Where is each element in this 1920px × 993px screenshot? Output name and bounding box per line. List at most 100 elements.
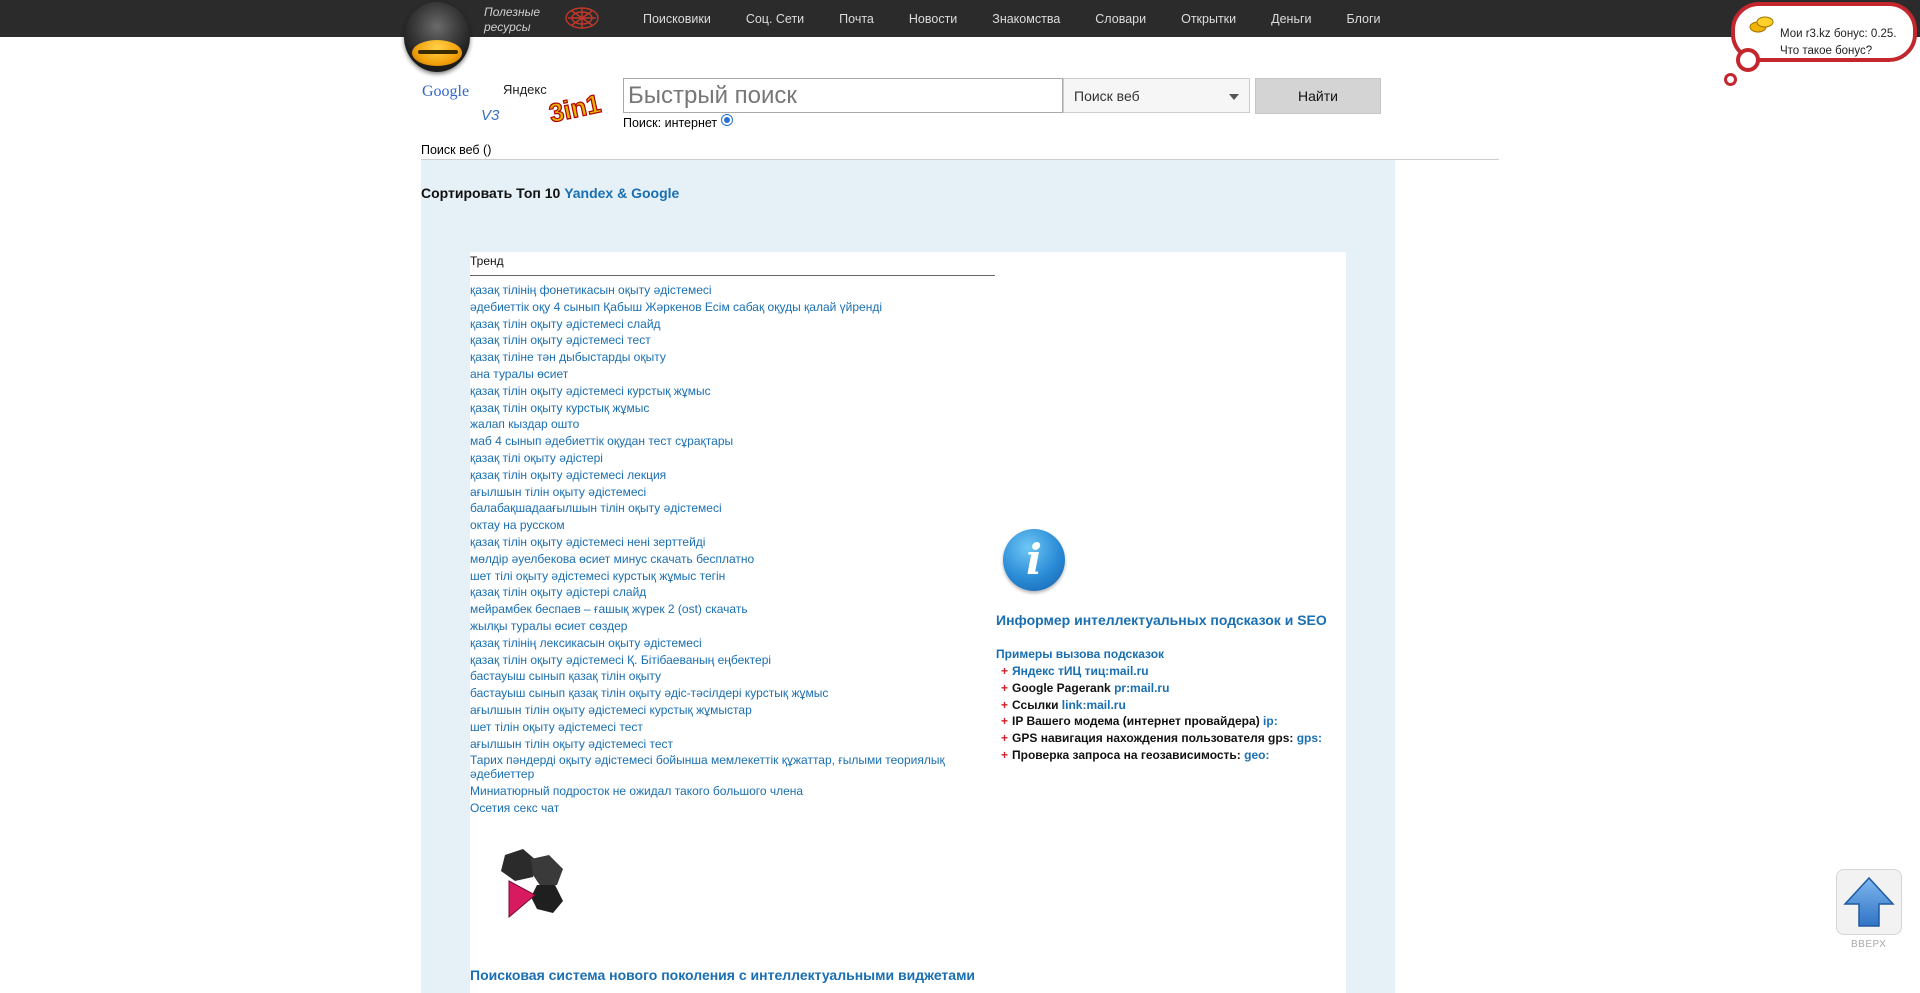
sort-engines-link[interactable]: Yandex & Google bbox=[564, 185, 679, 201]
widgets-logo-icon bbox=[501, 849, 563, 919]
example-code[interactable]: link:mail.ru bbox=[1062, 698, 1126, 712]
trend-link[interactable]: қазақ тілін оқыту әдістемесі лекция bbox=[470, 468, 990, 482]
trend-link[interactable]: шет тілін оқыту әдістемесі тест bbox=[470, 720, 990, 734]
trend-link[interactable]: жалап кыздар ошто bbox=[470, 417, 990, 431]
sort-top10-heading: Сортировать Топ 10 Yandex & Google bbox=[421, 185, 679, 201]
search-scope: Поиск: интернет bbox=[623, 114, 734, 130]
scroll-top-label: ВВЕРХ bbox=[1851, 939, 1887, 950]
trend-divider bbox=[470, 275, 995, 276]
trend-link[interactable]: қазақ тілін оқыту курстық жұмыс bbox=[470, 401, 990, 415]
trend-link[interactable]: қазақ тілін оқыту әдістемесі Қ. Бітібаев… bbox=[470, 653, 990, 667]
example-row: + GPS навигация нахождения пользователя g… bbox=[1001, 731, 1322, 745]
example-code[interactable]: pr:mail.ru bbox=[1114, 681, 1169, 695]
trend-link[interactable]: Осетия секс чат bbox=[470, 801, 990, 815]
search-engine-selected: Поиск веб bbox=[1074, 88, 1140, 104]
plus-icon: + bbox=[1001, 664, 1009, 678]
scroll-top-button[interactable] bbox=[1836, 869, 1902, 935]
trend-link[interactable]: ағылшын тілін оқыту әдістемесі курстық ж… bbox=[470, 703, 990, 717]
coins-icon bbox=[1749, 16, 1774, 33]
plus-icon: + bbox=[1001, 680, 1009, 695]
bonus-info-link[interactable]: Что такое бонус? bbox=[1780, 45, 1872, 57]
trend-link[interactable]: шет тілі оқыту әдістемесі курстық жұмыс … bbox=[470, 569, 990, 583]
example-row: + Проверка запроса на геозависимость: geo… bbox=[1001, 748, 1322, 762]
bubble-tail-dot-small bbox=[1724, 73, 1737, 86]
plus-icon: + bbox=[1001, 697, 1009, 712]
ornament-icon[interactable] bbox=[562, 5, 602, 31]
examples-list: + Яндекс тИЦ тиц:mail.ru + Google Pagerank… bbox=[1001, 664, 1322, 765]
chevron-down-icon bbox=[1229, 94, 1239, 100]
trend-link[interactable]: жылқы туралы өсиет сөздер bbox=[470, 619, 990, 633]
trend-link[interactable]: қазақ тілі оқыту әдістері bbox=[470, 451, 990, 465]
example-label: Google Pagerank bbox=[1012, 680, 1111, 695]
bonus-amount: Мои r3.kz бонус: 0.25. bbox=[1780, 28, 1897, 40]
nav-dictionaries[interactable]: Словари bbox=[1095, 12, 1146, 26]
trend-link[interactable]: октау на русском bbox=[470, 518, 990, 532]
search-engines-logo[interactable]: Google Яндекс V3 3in1 bbox=[421, 74, 605, 134]
example-label: Проверка запроса на геозависимость: bbox=[1012, 747, 1241, 762]
internet-scope-radio[interactable] bbox=[721, 114, 734, 126]
nav-postcards[interactable]: Открытки bbox=[1181, 12, 1236, 26]
example-row: + Ссылки link:mail.ru bbox=[1001, 698, 1322, 712]
nav-social[interactable]: Соц. Сети bbox=[746, 12, 804, 26]
example-row: + Google Pagerank pr:mail.ru bbox=[1001, 681, 1322, 695]
logo-google-text: Google bbox=[422, 83, 469, 100]
plus-icon: + bbox=[1001, 714, 1009, 729]
trend-link[interactable]: балабақшадаағылшын тілін оқыту әдістемес… bbox=[470, 501, 990, 515]
trend-link[interactable]: қазақ тілін оқыту әдістемесі тест bbox=[470, 333, 990, 347]
trend-link[interactable]: маб 4 сынып әдебиеттік оқудан тест сұрақ… bbox=[470, 434, 990, 448]
nav-blogs[interactable]: Блоги bbox=[1347, 12, 1381, 26]
logo-ball-stripe bbox=[418, 50, 458, 54]
bubble-tail-dot bbox=[1736, 48, 1760, 72]
trend-link[interactable]: қазақ тілін оқыту әдістемесі слайд bbox=[470, 317, 990, 331]
informer-title[interactable]: Информер интеллектуальных подсказок и SE… bbox=[996, 612, 1327, 628]
example-label: IP Вашего модема (интернет провайдера) bbox=[1012, 714, 1260, 729]
trend-link[interactable]: мөлдір әуелбекова өсиет минус скачать бе… bbox=[470, 552, 990, 566]
example-row: + IP Вашего модема (интернет провайдера) … bbox=[1001, 714, 1322, 728]
trend-link[interactable]: әдебиеттік оқу 4 сынып Қабыш Жәркенов Ес… bbox=[470, 300, 990, 314]
trend-link[interactable]: қазақ тілінің фонетикасын оқыту әдістеме… bbox=[470, 283, 990, 297]
nav-money[interactable]: Деньги bbox=[1271, 12, 1311, 26]
find-button[interactable]: Найти bbox=[1255, 78, 1381, 114]
search-engine-select[interactable]: Поиск веб bbox=[1063, 78, 1250, 113]
bonus-bubble: Мои r3.kz бонус: 0.25. Что такое бонус? bbox=[1731, 2, 1917, 62]
widgets-system-title[interactable]: Поисковая система нового поколения с инт… bbox=[470, 967, 975, 983]
example-code[interactable]: gps: bbox=[1297, 731, 1322, 745]
example-label: GPS навигация нахождения пользователя gp… bbox=[1012, 731, 1294, 746]
trend-link[interactable]: Тарих пәндерді оқыту әдістемесі бойынша … bbox=[470, 753, 990, 781]
example-row: + Яндекс тИЦ тиц:mail.ru bbox=[1001, 664, 1322, 678]
nav-news[interactable]: Новости bbox=[909, 12, 957, 26]
trend-link[interactable]: мейрамбек беспаев – ғашық жүрек 2 (ost) … bbox=[470, 602, 990, 616]
example-code[interactable]: geo: bbox=[1244, 748, 1269, 762]
nav-search-engines[interactable]: Поисковики bbox=[643, 12, 711, 26]
trend-title: Тренд bbox=[470, 254, 504, 268]
useful-resources-label[interactable]: Полезные ресурсы bbox=[484, 5, 540, 35]
nav-mail[interactable]: Почта bbox=[839, 12, 874, 26]
example-label: Ссылки bbox=[1012, 697, 1059, 712]
plus-icon: + bbox=[1001, 731, 1009, 746]
info-icon: i bbox=[1003, 529, 1065, 591]
quick-search-input[interactable] bbox=[623, 78, 1063, 113]
useful-line-1: Полезные bbox=[484, 5, 541, 19]
trend-link[interactable]: қазақ тілін оқыту әдістері слайд bbox=[470, 585, 990, 599]
trend-link[interactable]: Миниатюрный подросток не ожидал такого б… bbox=[470, 784, 990, 798]
trend-link[interactable]: қазақ тілінің лексикасын оқыту әдістемес… bbox=[470, 636, 990, 650]
nav-dating[interactable]: Знакомства bbox=[992, 12, 1060, 26]
content-box: Тренд қазақ тілінің фонетикасын оқыту әд… bbox=[470, 252, 1346, 993]
logo-yandex-text: Яндекс bbox=[503, 82, 547, 97]
example-code[interactable]: ip: bbox=[1263, 714, 1278, 728]
trend-links-list: қазақ тілінің фонетикасын оқыту әдістеме… bbox=[470, 283, 990, 818]
top-nav-links: Поисковики Соц. Сети Почта Новости Знако… bbox=[643, 0, 1416, 37]
trend-link[interactable]: ана туралы өсиет bbox=[470, 367, 990, 381]
trend-link[interactable]: ағылшын тілін оқыту әдістемесі тест bbox=[470, 737, 990, 751]
trend-link[interactable]: бастауыш сынып қазақ тілін оқыту әдіс-тә… bbox=[470, 686, 990, 700]
trend-link[interactable]: бастауыш сынып қазақ тілін оқыту bbox=[470, 669, 990, 683]
site-logo-ball[interactable] bbox=[404, 2, 470, 72]
plus-icon: + bbox=[1001, 747, 1009, 762]
trend-link[interactable]: қазақ тілін оқыту әдістемесі курстық жұм… bbox=[470, 384, 990, 398]
trend-link[interactable]: қазақ тілін оқыту әдістемесі нені зертте… bbox=[470, 535, 990, 549]
trend-link[interactable]: ағылшын тілін оқыту әдістемесі bbox=[470, 485, 990, 499]
web-search-label: Поиск веб () bbox=[421, 143, 492, 157]
top-navigation-bar: Полезные ресурсы Поисковики Соц. Сети По… bbox=[0, 0, 1920, 37]
example-label[interactable]: Яндекс тИЦ тиц:mail.ru bbox=[1012, 664, 1149, 678]
trend-link[interactable]: қазақ тіліне тән дыбыстарды оқыту bbox=[470, 350, 990, 364]
